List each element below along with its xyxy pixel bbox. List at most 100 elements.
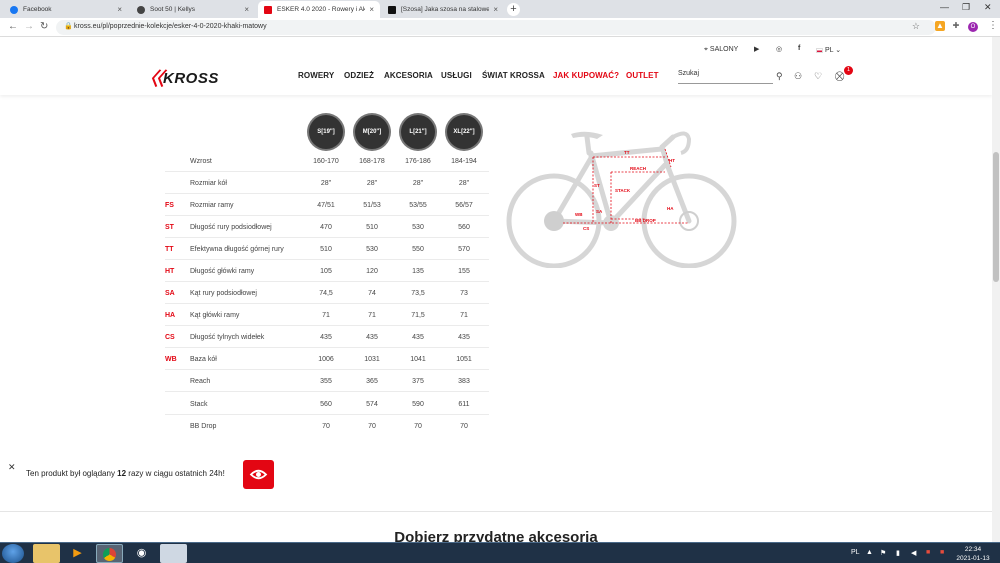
row-label: Kąt rury podsiodłowej [190, 290, 257, 297]
value-s: 47/51 [317, 202, 335, 209]
close-icon[interactable]: × [244, 5, 249, 14]
lock-icon: 🔒 [64, 23, 73, 30]
cart-icon[interactable]: ⛒ [835, 71, 844, 82]
url-text: kross.eu/pl/poprzednie-kolekcje/esker-4-… [74, 23, 267, 30]
table-row: WB Baza kół 1006 1031 1041 1051 [165, 348, 489, 370]
close-icon[interactable]: × [117, 5, 122, 14]
menu-outlet[interactable]: OUTLET [626, 71, 659, 80]
page-scrollbar[interactable] [992, 37, 1000, 542]
clock-time: 22:34 [964, 546, 982, 553]
close-window-icon[interactable]: ✕ [984, 2, 992, 13]
value-s: 105 [320, 268, 332, 275]
tab-forum[interactable]: [Szosa] Jaka szosa na stalowej ramie × [382, 1, 504, 18]
search-input[interactable]: Szukaj [678, 70, 773, 84]
close-icon[interactable]: × [369, 5, 374, 14]
windows-taskbar: ▶ ◉ PL ▲ ⚑ ▮ ◀ ■ ■ 22:34 2021-01-13 [0, 542, 1000, 563]
heart-icon[interactable]: ♡ [814, 71, 822, 82]
value-s: 510 [320, 246, 332, 253]
menu-odziez[interactable]: ODZIEŻ [344, 71, 374, 80]
minimize-icon[interactable]: — [940, 2, 949, 12]
value-m: 530 [366, 246, 378, 253]
size-l-badge[interactable]: L[21"] [401, 115, 435, 149]
explorer-icon[interactable] [33, 544, 60, 563]
value-s: 160-170 [313, 158, 339, 165]
new-tab-button[interactable]: + [507, 3, 520, 16]
menu-rowery[interactable]: ROWERY [298, 71, 334, 80]
value-l: 375 [412, 378, 424, 385]
address-bar[interactable]: 🔒 kross.eu/pl/poprzednie-kolekcje/esker-… [56, 20, 936, 35]
tab-kross[interactable]: ESKER 4.0 2020 - Rowery i Akcesoria × [258, 1, 380, 18]
salony-label: SALONY [709, 46, 739, 53]
maximize-icon[interactable]: ❐ [962, 2, 970, 13]
value-xl: 184-194 [451, 158, 477, 165]
menu-uslugi[interactable]: USŁUGI [441, 71, 472, 80]
start-button[interactable] [2, 544, 24, 563]
forward-icon[interactable]: → [24, 21, 34, 32]
views-eye-button[interactable] [243, 460, 274, 489]
row-label: Długość rury podsiodłowej [190, 224, 272, 231]
language-selector[interactable]: PL ⌄ [816, 46, 841, 54]
size-s-badge[interactable]: S[19"] [309, 115, 343, 149]
row-code: CS [165, 334, 175, 341]
kross-logo[interactable]: 〈〈 KROSS [140, 65, 219, 91]
reach-label: REACH [630, 166, 646, 171]
tray-app2-icon[interactable]: ■ [940, 549, 944, 556]
tray-network-icon[interactable]: ▮ [896, 549, 900, 557]
cassette [544, 211, 564, 231]
row-label: Stack [190, 401, 208, 408]
table-row: ST Długość rury podsiodłowej 470 510 530… [165, 216, 489, 238]
tray-app-icon[interactable]: ■ [926, 549, 930, 556]
row-code: HT [165, 268, 175, 275]
back-icon[interactable]: ← [8, 21, 18, 32]
bookmark-star-icon[interactable]: ☆ [912, 21, 920, 32]
tab-facebook[interactable]: Facebook × [4, 1, 128, 18]
ha-label: HA [667, 206, 674, 211]
youtube-icon[interactable]: ▶ [754, 45, 759, 53]
extension-icon[interactable]: ▲ [935, 21, 945, 31]
tab-kellys[interactable]: Soot 50 | Kellys × [131, 1, 255, 18]
value-xl: 570 [458, 246, 470, 253]
reload-icon[interactable]: ↻ [40, 21, 48, 32]
tray-arrow-icon[interactable]: ▲ [866, 549, 873, 556]
document-icon[interactable] [160, 544, 187, 563]
extensions-puzzle-icon[interactable]: ✚ [951, 21, 961, 31]
menu-dots-icon[interactable]: ⋮ [988, 20, 998, 31]
menu-akcesoria[interactable]: AKCESORIA [384, 71, 433, 80]
user-icon[interactable]: ⚇ [794, 71, 802, 82]
tab-title: ESKER 4.0 2020 - Rowery i Akcesoria [277, 6, 366, 13]
tray-flag-icon[interactable]: ⚑ [880, 549, 886, 557]
close-notification-icon[interactable]: ✕ [8, 462, 16, 473]
value-l: 135 [412, 268, 424, 275]
browser-tab-strip: Facebook × Soot 50 | Kellys × ESKER 4.0 … [0, 0, 1000, 18]
row-code: HA [165, 312, 176, 319]
salony-link[interactable]: ⌖ SALONY [704, 46, 738, 54]
scrollbar-thumb[interactable] [993, 152, 999, 282]
size-xl-badge[interactable]: XL[22"] [447, 115, 481, 149]
instagram-icon[interactable]: ◎ [776, 45, 782, 53]
profile-avatar[interactable]: O [968, 22, 978, 32]
value-xl: 611 [458, 401, 470, 408]
tt-label: TT [624, 150, 630, 155]
search-icon[interactable]: ⚲ [776, 71, 783, 82]
facebook-icon[interactable]: f [798, 45, 800, 52]
bike-geometry-diagram: TT HT REACH ST STACK WB SA HA CS BB DROP [506, 131, 737, 268]
chrome-icon[interactable] [96, 544, 123, 563]
row-label: Długość główki ramy [190, 268, 255, 275]
menu-swiat-krossa[interactable]: ŚWIAT KROSSA [482, 71, 545, 80]
menu-jak-kupowac[interactable]: JAK KUPOWAĆ? [553, 71, 619, 80]
poland-flag-icon [816, 47, 823, 53]
tab-title: Soot 50 | Kellys [150, 6, 196, 13]
media-player-icon[interactable]: ▶ [64, 544, 91, 563]
row-label: Reach [190, 378, 211, 385]
steam-icon[interactable]: ◉ [128, 544, 155, 563]
tray-speaker-icon[interactable]: ◀ [911, 549, 916, 557]
value-m: 574 [366, 401, 378, 408]
size-m-badge[interactable]: M[20"] [355, 115, 389, 149]
search-placeholder: Szukaj [678, 70, 700, 77]
close-icon[interactable]: × [493, 5, 498, 14]
tray-language[interactable]: PL [851, 549, 860, 556]
cart-count-badge: 1 [844, 66, 853, 75]
value-xl: 383 [458, 378, 470, 385]
taskbar-clock[interactable]: 22:34 2021-01-13 [953, 545, 993, 563]
value-l: 53/55 [409, 202, 427, 209]
